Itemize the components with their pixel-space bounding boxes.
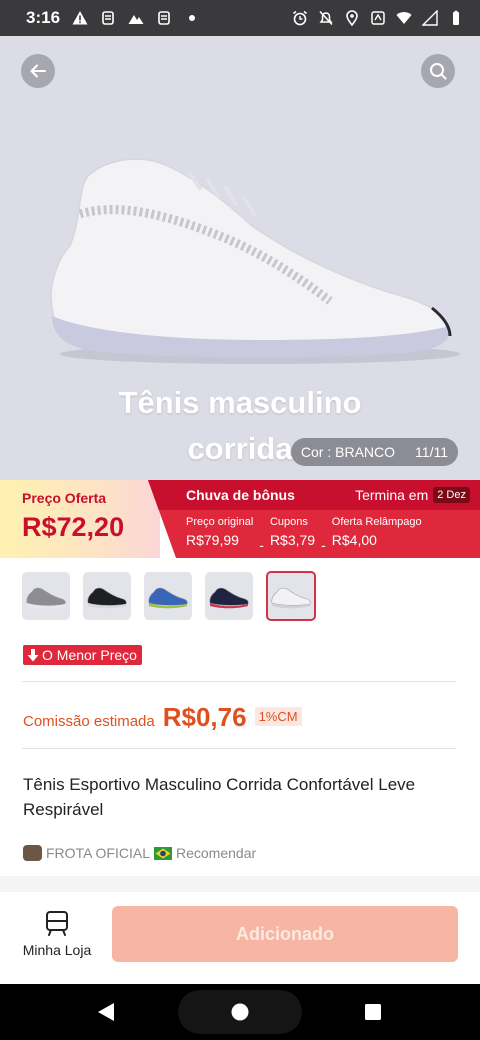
product-title: Tênis Esportivo Masculino Corrida Confor… [23,775,416,819]
shoe-thumbnail-icon [148,587,188,609]
bonus-title: Chuva de bônus [186,487,295,503]
shoe-thumbnail-icon [87,587,127,609]
color-thumbnails [22,571,316,621]
shoe-thumbnail-icon [26,587,66,609]
breakdown-original: Preço original R$79,99 [186,516,253,553]
recents-nav-icon[interactable] [363,1001,383,1023]
added-button[interactable]: Adicionado [112,906,458,962]
commission-label: Comissão estimada [23,713,155,730]
store-icon [46,911,68,936]
status-notifications [72,10,200,26]
status-system-icons [292,10,464,26]
commission-row: Comissão estimada R$0,76 1%CM [23,702,302,733]
location-icon [346,10,358,26]
offer-label: Preço Oferta [22,490,107,506]
ends-date-badge: 2 Dez [433,487,470,503]
minus-operator: - [321,537,326,553]
image-counter: 11/11 [415,444,448,460]
breakdown-label: Oferta Relâmpago [331,516,422,528]
back-button[interactable] [21,54,55,88]
commission-value: R$0,76 [162,702,247,732]
breakdown-label: Cupons [269,516,308,528]
offer-price-panel: Preço Oferta R$72,20 [0,480,160,558]
dot-icon [189,15,196,21]
status-bar: 3:16 [0,0,480,36]
minus-operator: - [259,537,264,553]
breakdown-value: R$3,79 [269,532,316,548]
seller-avatar [23,845,42,861]
bottom-action-bar: Minha Loja Adicionado [0,892,480,984]
wifi-icon [396,12,412,24]
breakdown-value: R$4,00 [331,532,377,548]
product-image-gallery[interactable]: Tênis masculino corrida Cor : BRANCO 11/… [0,36,480,480]
color-indicator: Cor : BRANCO 11/11 [290,438,458,466]
back-nav-icon[interactable] [96,1001,116,1023]
arrow-down-icon [27,648,39,661]
data-saver-icon [371,11,385,25]
breakdown-coupons: Cupons R$3,79 [270,516,315,553]
system-navigation-bar [0,984,480,1040]
brazil-flag-icon [153,846,172,860]
search-icon [430,63,447,80]
breakdown-label: Preço original [186,516,254,528]
color-thumbnail[interactable] [22,572,70,620]
bonus-header: Chuva de bônus Termina em 2 Dez [148,480,480,510]
seller-name[interactable]: FROTA OFICIAL [46,845,150,861]
breakdown-flash-offer: Oferta Relâmpago R$4,00 [332,516,422,553]
ends-label: Termina em [355,487,429,503]
color-label: Cor : BRANCO [300,444,396,460]
divider [22,748,456,749]
seller-row[interactable]: FROTA OFICIAL Recomendar [23,845,256,861]
shoe-thumbnail-icon [209,587,249,609]
price-breakdown: Preço original R$79,99 - Cupons R$3,79 -… [186,516,422,553]
my-store-button[interactable]: Minha Loja [22,910,92,958]
lowest-price-badge: O Menor Preço [23,645,142,665]
bonus-panel: Chuva de bônus Termina em 2 Dez Preço or… [148,480,480,558]
ends-timer: Termina em 2 Dez [355,487,470,503]
search-button[interactable] [421,54,455,88]
offer-price: R$72,20 [22,512,125,542]
home-nav-icon[interactable] [230,1001,250,1023]
color-thumbnail[interactable] [266,571,316,621]
divider [22,681,456,682]
price-banner: Preço Oferta R$72,20 Chuva de bônus Term… [0,480,480,558]
my-store-label: Minha Loja [22,942,92,958]
commission-rate-badge: 1%CM [254,707,302,726]
lowest-price-label: O Menor Preço [42,647,137,663]
color-thumbnail[interactable] [205,572,253,620]
alarm-icon [293,10,307,26]
mountain-icon [128,15,144,24]
warning-icon [72,11,88,25]
recommend-label: Recomendar [175,845,257,861]
section-gap [0,876,480,892]
battery-icon [453,10,459,25]
color-thumbnail[interactable] [83,572,131,620]
signal-icon [422,10,438,26]
app-notification-icon [102,11,114,25]
breakdown-value: R$79,99 [186,532,239,548]
shoe-thumbnail-icon [271,587,311,609]
mute-icon [319,10,333,26]
arrow-left-icon [30,64,46,78]
status-time: 3:16 [26,8,61,27]
shoe-image [50,158,460,364]
app-notification-icon-2 [158,11,170,25]
color-thumbnail[interactable] [144,572,192,620]
